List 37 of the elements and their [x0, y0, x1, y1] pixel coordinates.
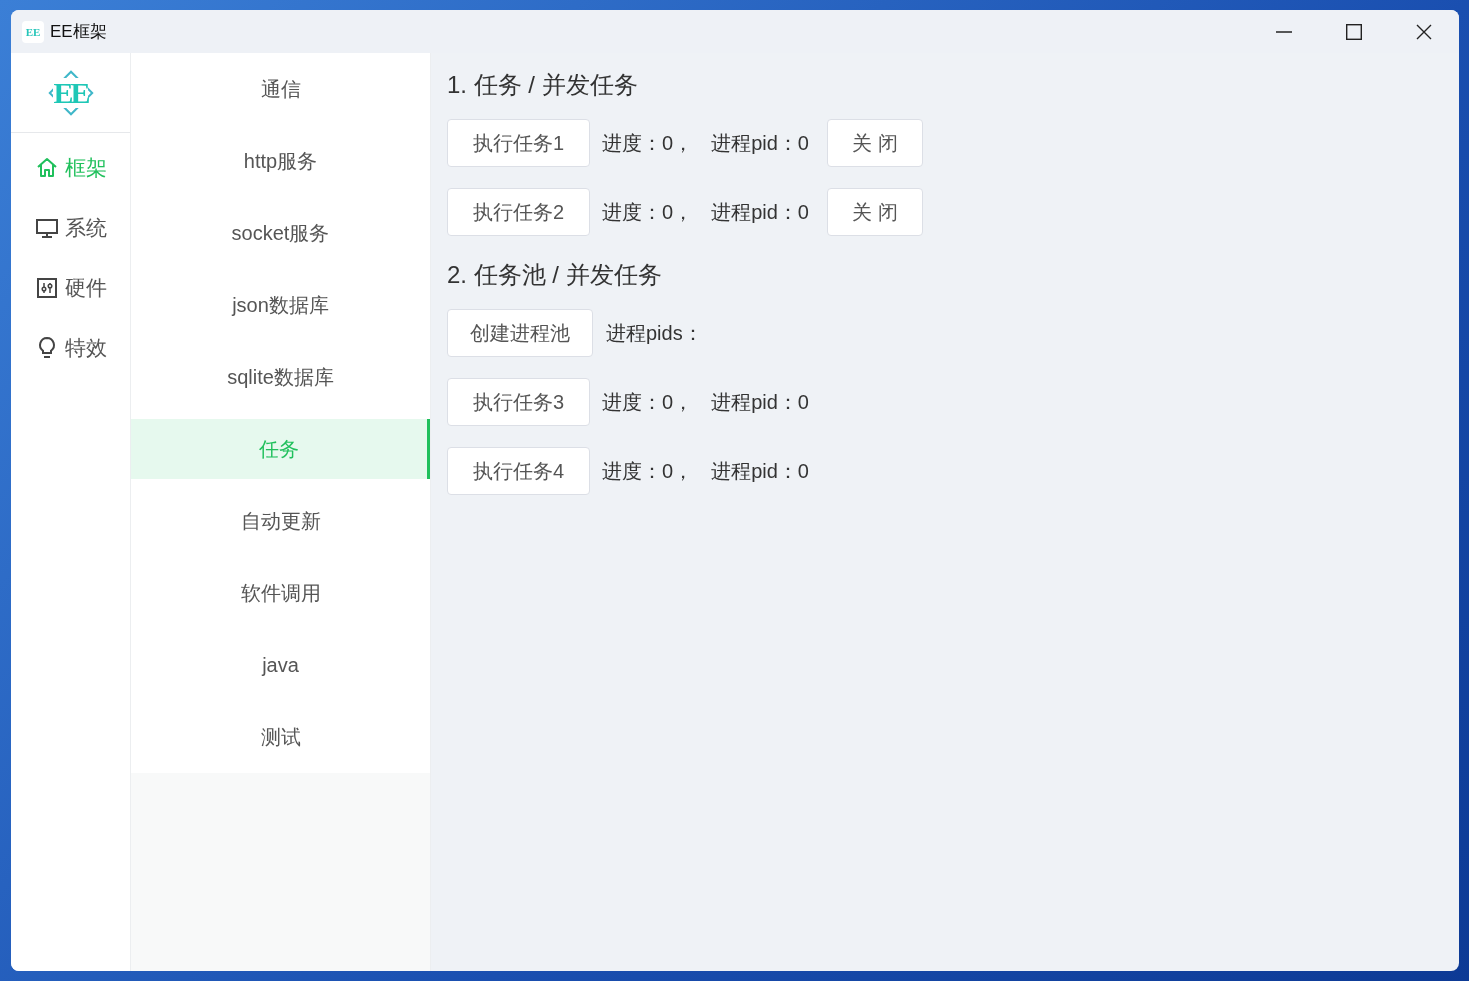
menu-item[interactable]: 软件调用 — [131, 557, 430, 629]
minimize-icon — [1276, 30, 1292, 33]
menu-item[interactable]: 自动更新 — [131, 485, 430, 557]
run-button[interactable]: 执行任务2 — [447, 188, 590, 236]
section-title: 1. 任务 / 并发任务 — [447, 70, 639, 100]
pid-text: 进程pid：0 — [711, 389, 809, 415]
run-button[interactable]: 执行任务3 — [447, 378, 590, 426]
sliders-icon — [34, 276, 59, 300]
pid-text: 进程pid：0 — [711, 130, 809, 156]
menu-item[interactable]: socket服务 — [131, 197, 430, 269]
progress-text: 进度：0， — [602, 199, 694, 225]
run-button[interactable]: 执行任务4 — [447, 447, 590, 495]
close-icon — [1416, 23, 1432, 40]
create-pool-button[interactable]: 创建进程池 — [447, 309, 593, 357]
menu-item[interactable]: http服务 — [131, 125, 430, 197]
pid-text: 进程pid：0 — [711, 458, 809, 484]
close-button[interactable]: 关 闭 — [826, 188, 923, 236]
menu-item[interactable]: json数据库 — [131, 269, 430, 341]
progress-text: 进度：0， — [602, 458, 694, 484]
close-button[interactable]: 关 闭 — [826, 119, 923, 167]
menu-item[interactable]: 通信 — [131, 53, 430, 125]
run-button[interactable]: 执行任务1 — [447, 119, 590, 167]
sidebar-item[interactable]: 系统 — [11, 198, 130, 258]
window-title: EE框架 — [50, 21, 107, 43]
app-logo-icon: EE — [22, 20, 44, 43]
progress-text: 进度：0， — [602, 130, 694, 156]
progress-text: 进度：0， — [602, 389, 694, 415]
sidebar-item[interactable]: 特效 — [11, 318, 130, 378]
pids-label: 进程pids： — [606, 320, 703, 346]
menu-item[interactable]: 测试 — [131, 701, 430, 773]
menu-item[interactable]: java — [131, 629, 430, 701]
pid-text: 进程pid：0 — [711, 199, 809, 225]
sidebar-item[interactable]: 硬件 — [11, 258, 130, 318]
monitor-icon — [34, 216, 59, 240]
section-title: 2. 任务池 / 并发任务 — [447, 260, 663, 290]
menu-item[interactable]: sqlite数据库 — [131, 341, 430, 413]
maximize-icon — [1346, 23, 1362, 40]
